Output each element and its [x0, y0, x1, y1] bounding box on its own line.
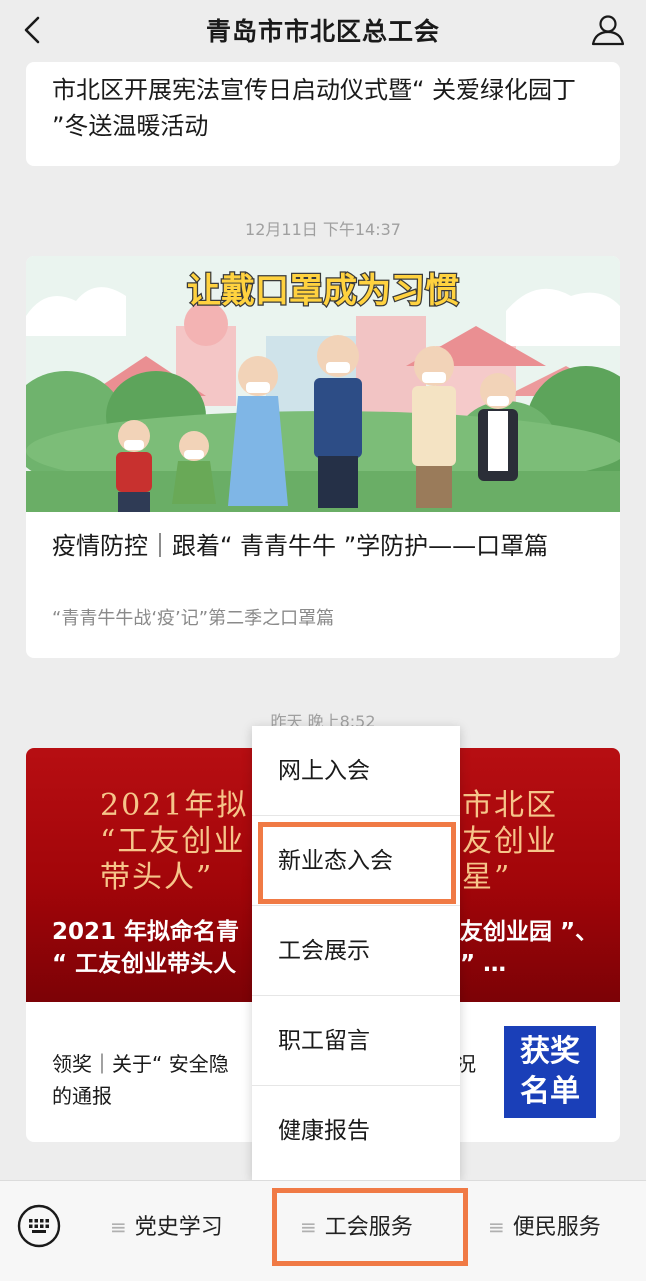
article-title-line: “ 工友创业带头人 — [52, 951, 237, 977]
cover-banner-text: 让戴口罩成为习惯 — [187, 272, 459, 310]
article-cover-image: 让戴口罩成为习惯 — [26, 256, 620, 512]
article-card[interactable]: 让戴口罩成为习惯 疫情防控｜跟着“ 青青牛牛 ”学防护——口罩篇 — [26, 256, 620, 658]
article-title-line: 2021 年拟命名青 — [52, 919, 240, 945]
menu-item-employee-message[interactable]: 职工留言 — [252, 996, 460, 1086]
article-title-line: 友创业园 ”、 — [460, 919, 599, 945]
banner-line: 友创业 — [462, 824, 558, 859]
award-badge-text: 名单 — [520, 1074, 580, 1109]
banner-line: 市北区 — [462, 788, 558, 823]
menu-lines-icon: ≡ — [110, 1215, 127, 1239]
highlight-box — [272, 1188, 468, 1266]
page-title: 青岛市市北区总工会 — [205, 17, 440, 46]
menu-item-health-report[interactable]: 健康报告 — [252, 1086, 460, 1176]
award-list-thumbnail[interactable]: 获奖 名单 — [504, 1026, 596, 1118]
article-title-line: ” … — [460, 951, 507, 977]
menu-item-online-join[interactable]: 网上入会 — [252, 726, 460, 816]
banner-line: “工友创业 — [100, 824, 246, 859]
bottom-tab-label: 便民服务 — [512, 1215, 601, 1240]
article-title: 疫情防控｜跟着“ 青青牛牛 ”学防护——口罩篇 — [52, 532, 549, 560]
banner-line: 星” — [462, 860, 512, 895]
highlight-box — [258, 822, 456, 904]
bottom-tab-party-history[interactable]: ≡ 党史学习 — [110, 1205, 223, 1249]
award-badge-text: 获奖 — [520, 1034, 580, 1069]
back-arrow-icon[interactable] — [14, 10, 54, 50]
message-timestamp: 12月11日 下午14:37 — [245, 220, 401, 239]
service-popup-menu: 网上入会 新业态入会 工会展示 职工留言 健康报告 — [252, 726, 460, 1180]
bottom-tab-label: 党史学习 — [134, 1215, 223, 1240]
article-card[interactable]: 市北区开展宪法宣传日启动仪式暨“ 关爱绿化园丁 ”冬送温暖活动 — [26, 62, 620, 166]
profile-icon[interactable] — [588, 10, 628, 50]
top-navigation-bar: 青岛市市北区总工会 — [0, 0, 646, 60]
menu-lines-icon: ≡ — [488, 1215, 505, 1239]
article-subtitle: “青青牛牛战‘疫’记”第二季之口罩篇 — [52, 608, 335, 629]
bottom-tab-convenience-services[interactable]: ≡ 便民服务 — [488, 1205, 601, 1249]
banner-line: 2021年拟 — [100, 788, 249, 823]
keyboard-icon[interactable] — [16, 1203, 62, 1249]
article-title: 市北区开展宪法宣传日启动仪式暨“ 关爱绿化园丁 ”冬送温暖活动 — [52, 76, 577, 140]
menu-item-union-showcase[interactable]: 工会展示 — [252, 906, 460, 996]
banner-line: 带头人” — [100, 860, 214, 895]
article-item-text: 领奖｜关于“ 安全隐 — [52, 1052, 229, 1076]
